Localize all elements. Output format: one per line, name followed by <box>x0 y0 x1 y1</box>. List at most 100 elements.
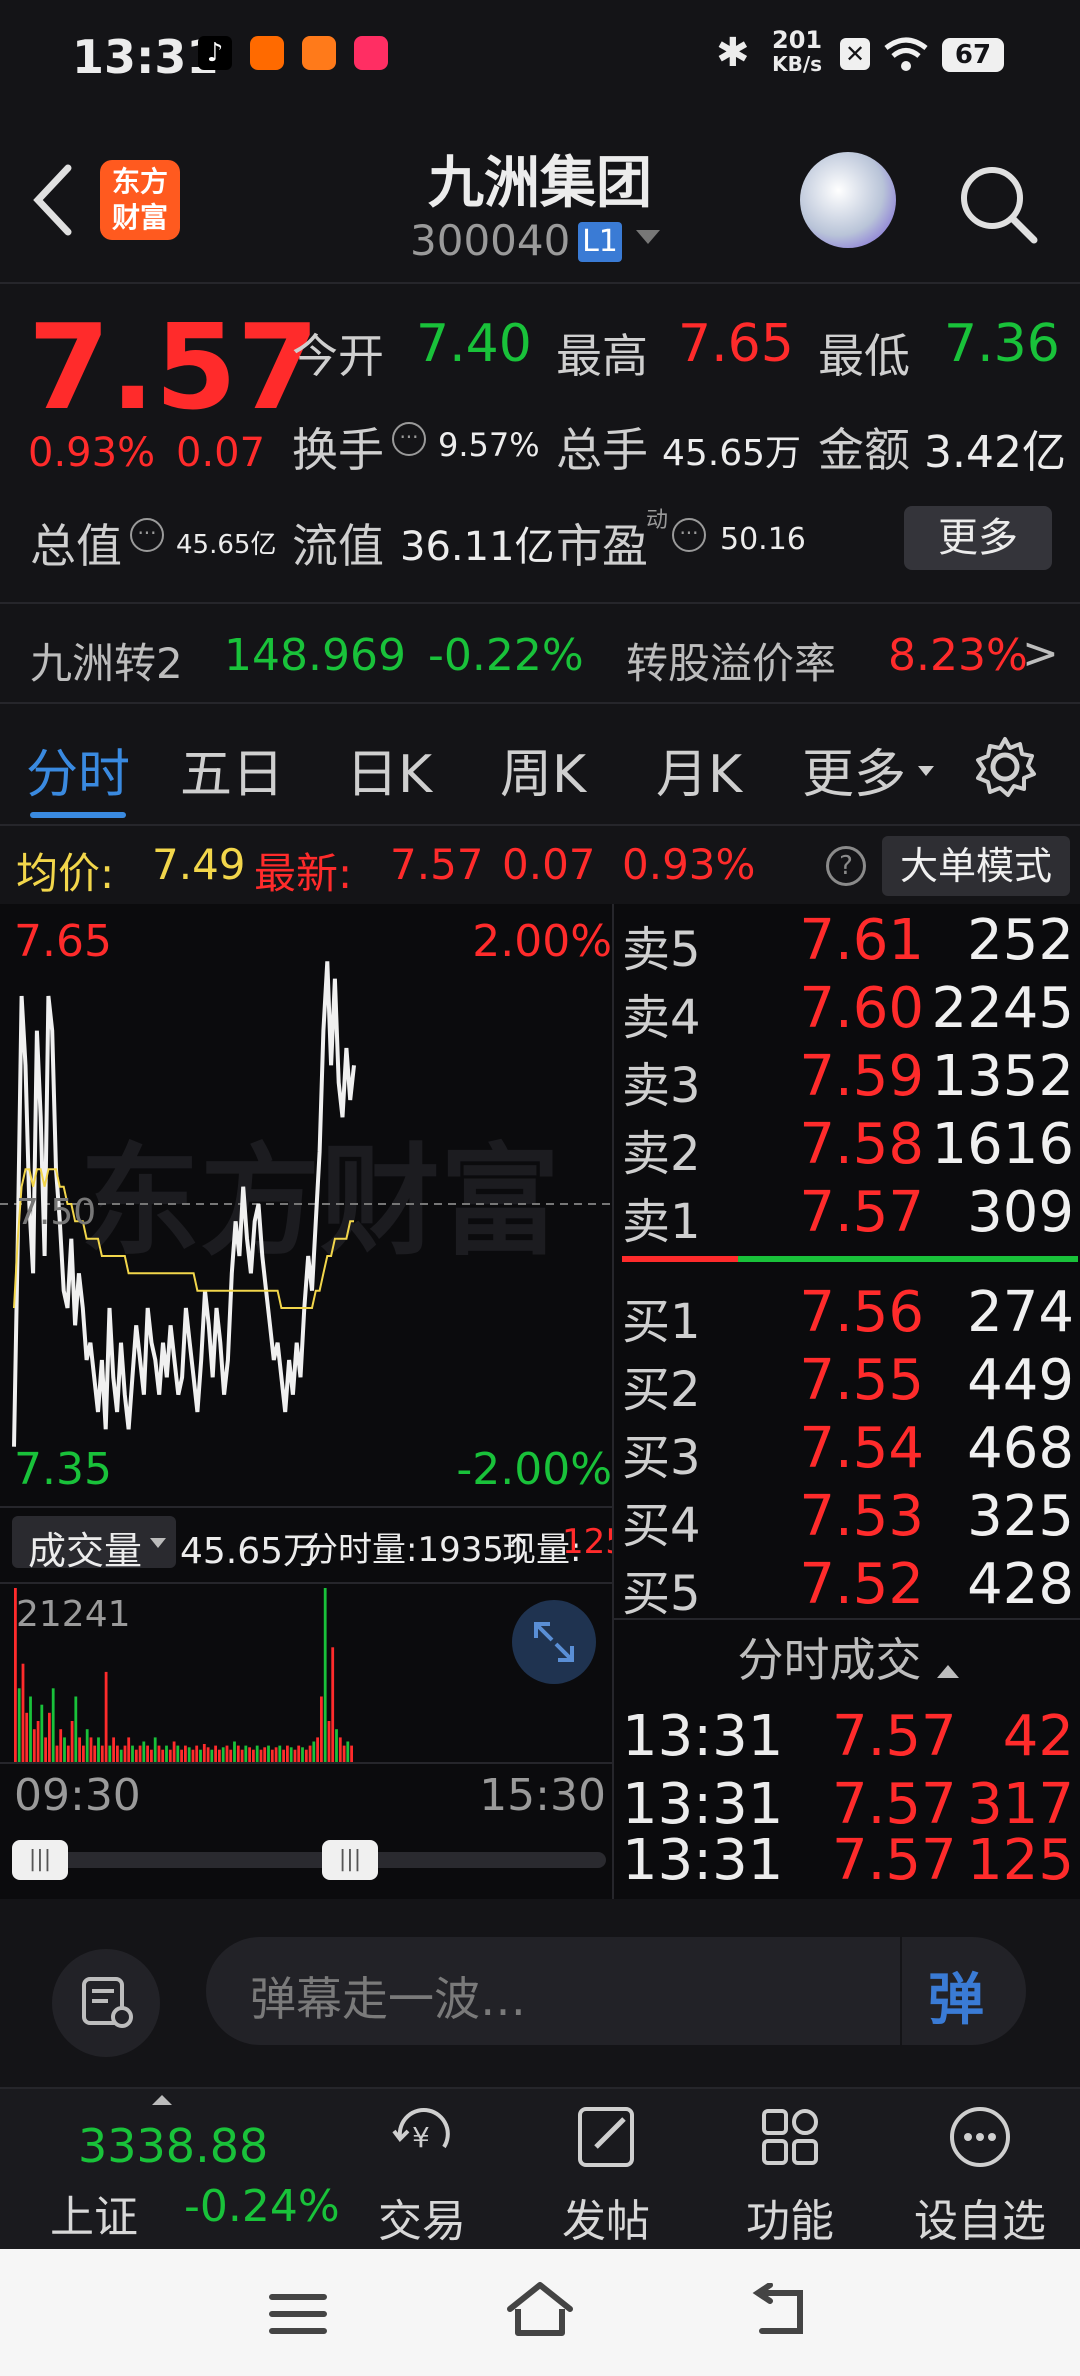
back-nav-icon[interactable] <box>746 2283 810 2341</box>
volume-bar <box>108 1745 112 1762</box>
volume-bar <box>244 1745 248 1762</box>
convertible-change: -0.22% <box>428 630 584 681</box>
amount-value: 3.42亿 <box>924 427 1066 478</box>
info-icon[interactable]: ··· <box>130 518 164 552</box>
mktcap-value: 45.65亿 <box>176 530 277 560</box>
stock-code: 300040 <box>410 216 571 265</box>
robot-avatar[interactable] <box>800 152 896 248</box>
nav-trade[interactable]: ¥ 交易 <box>332 2089 512 2251</box>
volume-bar <box>316 1737 319 1762</box>
volume-bar <box>202 1744 206 1762</box>
home-icon[interactable] <box>504 2279 576 2339</box>
gear-icon[interactable] <box>972 734 1038 800</box>
volume-bar <box>119 1749 123 1762</box>
tab-daily-k[interactable]: 日K <box>346 732 432 807</box>
range-slider-track[interactable] <box>14 1852 606 1868</box>
chevron-down-icon[interactable] <box>636 230 660 244</box>
volume-bar <box>278 1745 282 1762</box>
volume-bar <box>335 1729 338 1762</box>
tab-monthly-k[interactable]: 月K <box>656 732 742 807</box>
document-settings-icon <box>82 1977 133 2028</box>
danmu-settings-button[interactable] <box>52 1949 160 2057</box>
search-icon[interactable] <box>956 162 1040 246</box>
net-speed: 201 KB/s <box>772 26 823 76</box>
more-circle-icon <box>950 2107 1010 2167</box>
info-icon[interactable]: ··· <box>672 518 706 552</box>
prev-close-label: 7.50 <box>16 1192 97 1233</box>
more-button[interactable]: 更多 <box>904 506 1052 570</box>
expand-button[interactable] <box>512 1600 596 1684</box>
volume-bar <box>70 1721 74 1762</box>
latest-change-pct: 0.93% <box>622 840 756 889</box>
chevron-right-icon: > <box>1022 628 1059 679</box>
volume-bar <box>32 1729 36 1762</box>
tab-weekly-k[interactable]: 周K <box>500 732 586 807</box>
range-slider-right-handle[interactable]: ||| <box>322 1840 378 1880</box>
danmu-input[interactable]: 弹幕走一波… 弹 <box>206 1937 1026 2045</box>
turnover-value: 9.57% <box>438 426 540 464</box>
volume-label: 总手 <box>556 423 648 477</box>
volume-bar <box>78 1737 81 1762</box>
nav-functions[interactable]: 功能 <box>700 2089 880 2251</box>
app-icon <box>302 36 336 70</box>
turnover-label: 换手 <box>292 423 384 477</box>
volume-bar <box>218 1749 221 1762</box>
high-value: 7.65 <box>678 314 794 374</box>
volume-bar <box>304 1749 308 1762</box>
convertible-name: 九洲转2 <box>30 639 183 688</box>
nav-post[interactable]: 发帖 <box>516 2089 696 2251</box>
latest-label: 最新: <box>254 849 353 898</box>
volume-bar <box>233 1741 236 1762</box>
volume-bar <box>312 1741 316 1762</box>
volume-indicator-select[interactable]: 成交量 <box>12 1516 176 1573</box>
tab-more[interactable]: 更多 <box>802 732 906 807</box>
volume-max-label: 21241 <box>16 1594 131 1635</box>
ticks-header[interactable]: 分时成交 <box>614 1624 1080 1704</box>
volume-bar <box>165 1745 168 1762</box>
big-order-mode-button[interactable]: 大单模式 <box>882 836 1070 896</box>
tab-indicator <box>30 812 126 818</box>
battery-indicator: 67 <box>942 38 1004 72</box>
volume-bar <box>225 1745 229 1762</box>
page-title: 九洲集团 <box>428 151 652 216</box>
volume-bar <box>320 1696 323 1762</box>
index-ticker[interactable]: 3338.88 上证 -0.24% <box>0 2089 340 2251</box>
tab-5day[interactable]: 五日 <box>180 732 284 807</box>
volume-bar <box>274 1747 278 1762</box>
volume-bar <box>74 1696 78 1762</box>
volume-bar <box>323 1588 327 1762</box>
app-icon <box>354 36 388 70</box>
ask-row: 卖5 7.61 252 <box>622 908 1074 978</box>
volume-bar <box>97 1737 100 1762</box>
index-value: 3338.88 <box>78 2119 269 2173</box>
volume-bar <box>48 1712 51 1762</box>
volume-bar <box>134 1749 138 1762</box>
pe-label: 市盈 <box>556 519 648 573</box>
danmu-send-button[interactable]: 弹 <box>928 1955 984 2036</box>
tab-intraday[interactable]: 分时 <box>26 732 130 807</box>
volume-bar <box>199 1749 202 1762</box>
volume-bar <box>112 1737 115 1762</box>
chevron-down-icon <box>150 1538 166 1548</box>
info-icon[interactable]: ··· <box>392 422 426 456</box>
range-slider-left-handle[interactable]: ||| <box>12 1840 68 1880</box>
help-icon[interactable]: ? <box>826 846 866 886</box>
convertible-bond-row[interactable]: 九洲转2 148.969 -0.22% 转股溢价率 8.23% > <box>0 604 1080 704</box>
menu-icon[interactable] <box>268 2289 328 2339</box>
intraday-chart[interactable]: 东方财富 7.65 2.00% 7.50 7.35 -2.00% 成交量 45.… <box>0 904 627 1899</box>
index-change: -0.24% <box>184 2181 340 2232</box>
volume-total: 45.65万 <box>180 1531 320 1572</box>
chevron-down-icon <box>918 766 934 776</box>
volume-bar <box>157 1745 161 1762</box>
status-bar: 13:31 ♪ ✱ 201 KB/s ✕ 67 <box>0 0 1080 120</box>
volume-bar <box>116 1745 119 1762</box>
latest-value: 7.57 <box>390 840 484 889</box>
open-value: 7.40 <box>416 314 532 374</box>
float-label: 流值 <box>292 519 384 573</box>
volume-bar <box>308 1745 312 1762</box>
nav-add-watchlist[interactable]: 设自选 <box>890 2089 1070 2251</box>
volume-bar <box>142 1741 146 1762</box>
svg-text:¥: ¥ <box>412 2121 430 2154</box>
float-value: 36.11亿 <box>400 524 555 570</box>
premium-label: 转股溢价率 <box>626 639 837 688</box>
